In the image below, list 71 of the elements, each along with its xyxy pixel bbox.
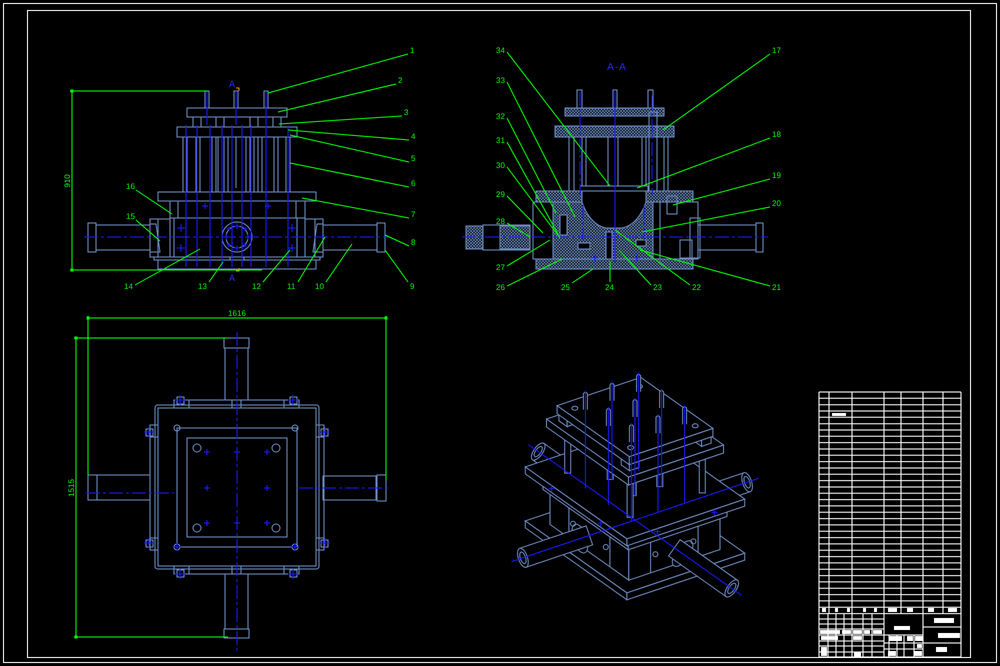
illegible-text-mark [938,633,960,638]
illegible-text-mark [820,630,840,634]
leader-line [384,234,410,246]
part-number: 13 [198,282,207,291]
illegible-text-mark [894,626,910,630]
leader-line [136,220,160,242]
illegible-text-mark [821,636,838,640]
illegible-text-mark [832,413,846,416]
illegible-text-mark [863,608,866,612]
part-number: 32 [496,112,505,121]
part-number: 3 [404,108,408,117]
part-number: 31 [496,136,505,145]
part-number: 27 [496,263,505,272]
part-number: 25 [561,283,570,292]
section-mark: A [229,273,235,283]
part-number: 23 [653,283,662,292]
part-number: 30 [496,161,505,170]
part-number: 11 [287,282,296,291]
leader-line [506,258,562,286]
illegible-text-mark [948,608,957,612]
part-number: 33 [496,76,505,85]
part-number: 22 [692,283,701,292]
part-number: 15 [126,212,135,221]
part-number: 34 [496,46,505,55]
part-number: 10 [315,282,324,291]
part-number: 14 [124,282,133,291]
leader-line [572,268,594,284]
illegible-text-mark [928,608,934,612]
part-number: 1 [410,46,414,55]
part-number: 7 [411,210,416,219]
part-number: 20 [772,199,781,208]
part-number: 21 [772,283,781,292]
part-number: 24 [605,283,614,292]
part-number: 26 [496,283,505,292]
illegible-text-mark [821,647,827,656]
dimension-text: 910 [63,174,72,188]
part-number: 4 [411,132,416,141]
part-number: 8 [411,238,416,247]
part-number: 17 [772,46,781,55]
leader-line [136,190,172,214]
part-number: 28 [496,217,505,226]
section-title: A-A [607,62,627,73]
illegible-text-mark [888,608,897,612]
illegible-text-mark [889,636,902,641]
part-number: 19 [772,171,781,180]
leader-line [298,236,326,282]
part-number: 18 [772,130,781,139]
part-number: 6 [411,179,416,188]
illegible-text-mark [847,608,850,612]
illegible-text-mark [822,608,826,612]
leader-line [326,244,352,282]
leader-line [208,262,224,282]
section-mark: A [229,79,235,89]
leader-line [134,248,200,286]
part-number: 9 [410,282,414,291]
leader-line [262,250,290,282]
illegible-text-mark [874,608,877,612]
illegible-text-mark [934,618,954,623]
illegible-text-mark [854,652,861,657]
illegible-text-mark [835,608,838,612]
dimension-text: 1515 [67,479,76,497]
dimension-text: 1616 [228,309,246,318]
part-number: 12 [252,282,261,291]
part-number: 29 [496,190,505,199]
part-number: 5 [411,154,416,163]
part-number: 2 [398,76,402,85]
illegible-text-mark [907,608,913,612]
illegible-text-mark [888,651,896,656]
illegible-text-mark [936,647,947,652]
part-number: 16 [126,182,135,191]
leader-line [384,250,408,282]
